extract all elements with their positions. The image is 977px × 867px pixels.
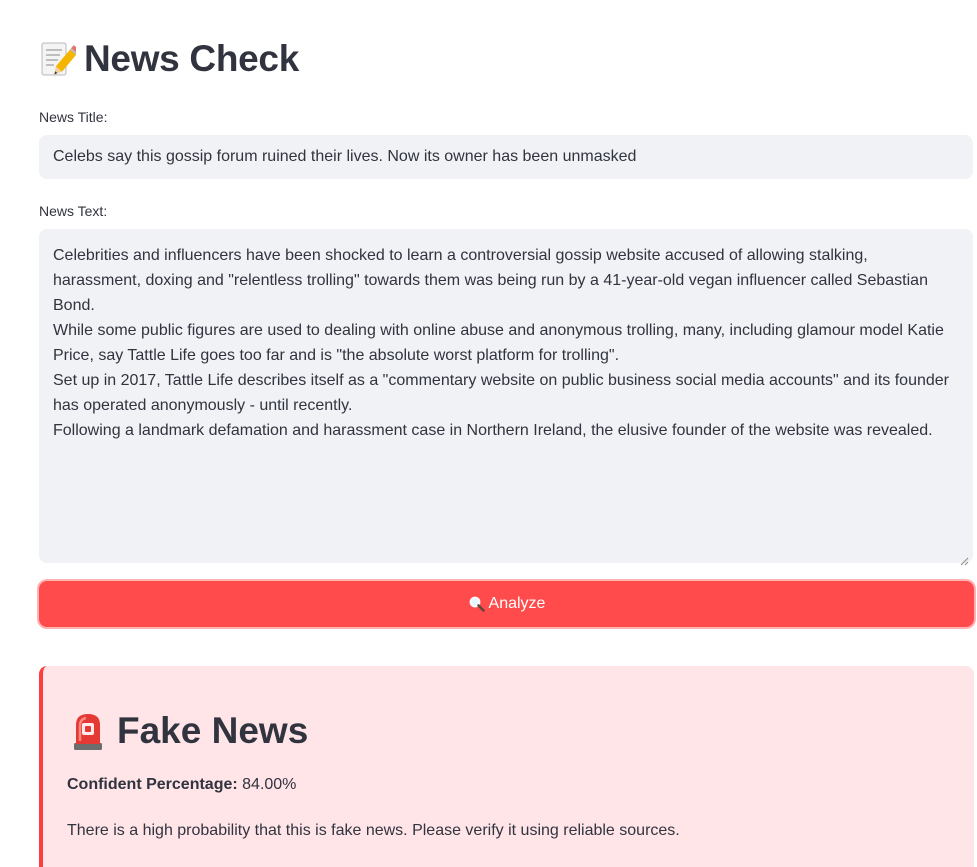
news-title-value: Celebs say this gossip forum ruined thei…: [53, 148, 637, 165]
news-check-app: News Check News Title: Celebs say this g…: [0, 0, 977, 867]
page-header: News Check: [40, 38, 299, 80]
news-title-label: News Title:: [39, 109, 108, 125]
news-text-paragraph: Following a landmark defamation and hara…: [53, 422, 933, 439]
confidence-label: Confident Percentage:: [67, 776, 238, 793]
result-header: Fake News: [71, 710, 308, 752]
confidence-value: 84.00%: [242, 776, 297, 793]
result-heading: Fake News: [117, 710, 309, 751]
siren-icon: [71, 711, 105, 751]
news-title-input[interactable]: Celebs say this gossip forum ruined thei…: [39, 135, 973, 179]
news-text-label: News Text:: [39, 203, 108, 219]
result-message: There is a high probability that this is…: [67, 822, 680, 839]
memo-icon: [40, 39, 80, 79]
result-alert: Fake News Confident Percentage: 84.00% T…: [39, 666, 974, 867]
confidence-row: Confident Percentage: 84.00%: [67, 776, 296, 794]
resize-handle-icon[interactable]: [959, 549, 969, 566]
news-text-paragraph: Celebrities and influencers have been sh…: [53, 247, 928, 314]
news-text-area[interactable]: Celebrities and influencers have been sh…: [39, 229, 973, 566]
analyze-button[interactable]: Analyze: [39, 581, 974, 627]
news-text-paragraph: Set up in 2017, Tattle Life describes it…: [53, 372, 949, 414]
analyze-button-label: Analyze: [488, 595, 546, 612]
page-title: News Check: [84, 38, 299, 79]
news-text-paragraph: While some public figures are used to de…: [53, 322, 944, 364]
magnifier-icon: [468, 595, 486, 613]
